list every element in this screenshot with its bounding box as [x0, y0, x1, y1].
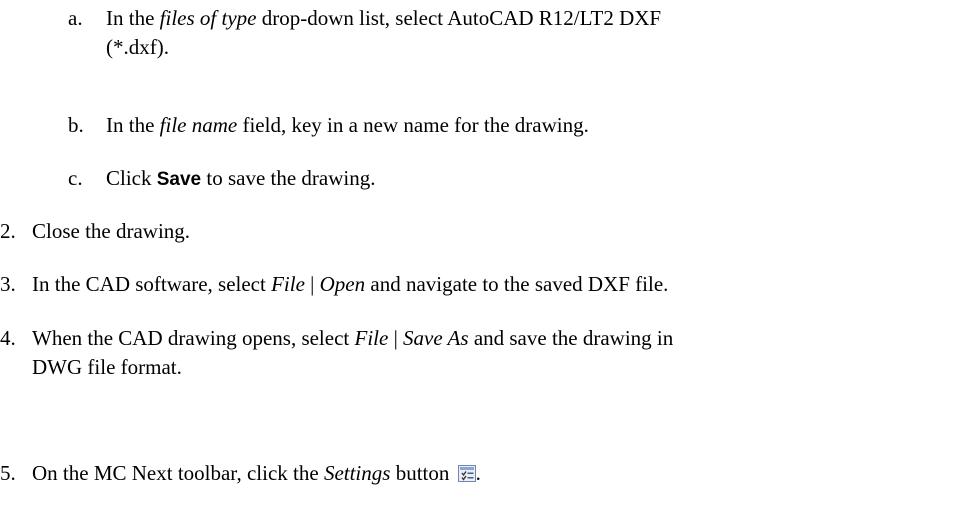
step-marker: a.	[68, 6, 83, 30]
text-run-italic: Save As	[403, 326, 469, 350]
step-text: When the CAD drawing opens, select File …	[32, 324, 962, 382]
text-run: field, key in a new name for the drawing…	[237, 113, 589, 137]
text-run: On the MC Next toolbar, click the	[32, 461, 324, 485]
text-run: In the	[106, 113, 160, 137]
text-run-italic: files of type	[159, 6, 257, 30]
text-run: |	[388, 326, 404, 350]
text-run: button	[390, 461, 450, 485]
text-run: to save the drawing.	[201, 166, 376, 190]
step-marker: b.	[68, 113, 84, 137]
text-run: .	[475, 461, 481, 485]
step-marker: 3.	[0, 272, 16, 296]
step-text: Close the drawing.	[32, 217, 962, 246]
text-run: In the CAD software, select	[32, 272, 272, 296]
settings-icon	[457, 461, 476, 482]
step-marker: c.	[68, 166, 83, 190]
step-text: In the CAD software, select File | Open …	[32, 270, 962, 299]
step-marker: 2.	[0, 219, 16, 243]
step-marker: 5.	[0, 461, 16, 485]
text-run: DWG file format.	[32, 355, 182, 379]
text-run-italic: Settings	[323, 461, 391, 485]
step-text: In the file name field, key in a new nam…	[106, 111, 906, 140]
text-run: In the	[106, 6, 160, 30]
text-run: When the CAD drawing opens, select	[32, 326, 355, 350]
save-button-reference: Save	[156, 169, 202, 190]
text-run: Close the drawing.	[32, 219, 191, 243]
text-run: drop-down list, select AutoCAD R12/LT2 D…	[256, 6, 662, 30]
step-marker: 4.	[0, 326, 16, 350]
text-run: and navigate to the saved DXF file.	[365, 272, 669, 296]
text-run: (*.dxf).	[106, 35, 169, 59]
text-run-italic: Open	[319, 272, 366, 296]
step-text: On the MC Next toolbar, click the Settin…	[32, 459, 962, 488]
text-run-italic: File	[354, 326, 389, 350]
text-run: and save the drawing in	[468, 326, 674, 350]
text-run-italic: File	[271, 272, 305, 296]
step-text: Click Save to save the drawing.	[106, 164, 906, 194]
text-run: |	[304, 272, 320, 296]
text-run: Click	[106, 166, 157, 190]
step-text: In the files of type drop-down list, sel…	[106, 4, 906, 62]
text-run-italic: file name	[159, 113, 238, 137]
